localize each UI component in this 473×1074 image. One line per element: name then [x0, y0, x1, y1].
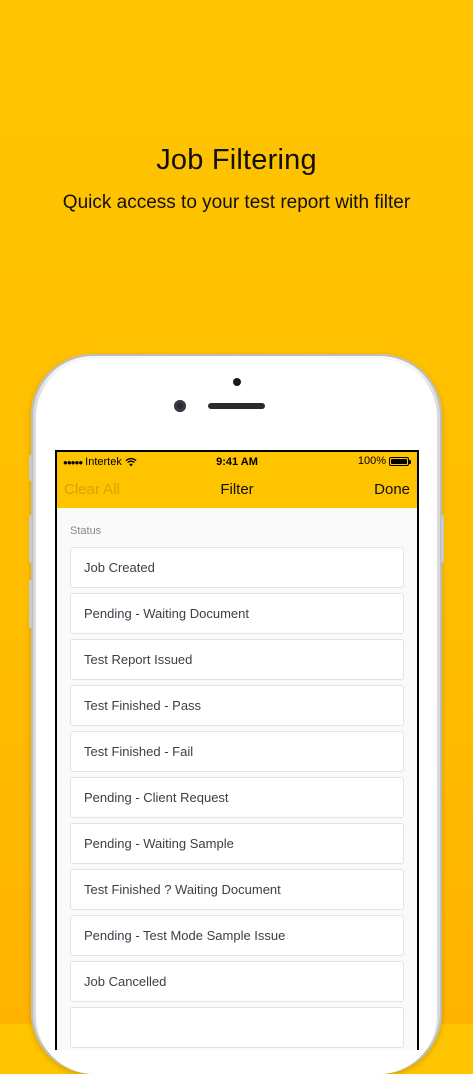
filter-option-label: Pending - Test Mode Sample Issue: [84, 928, 286, 943]
phone-volume-up-button: [29, 515, 32, 563]
promo-subtitle: Quick access to your test report with fi…: [62, 192, 411, 213]
battery-icon: [389, 456, 411, 466]
filter-option-label: Pending - Waiting Sample: [84, 836, 234, 851]
filter-option-label: Pending - Client Request: [84, 790, 229, 805]
filter-option-pending-waiting-sample[interactable]: Pending - Waiting Sample: [70, 823, 404, 864]
phone-power-button: [441, 515, 444, 563]
filter-option-job-cancelled[interactable]: Job Cancelled: [70, 961, 404, 1002]
nav-bar: Clear All Filter Done: [57, 472, 417, 508]
promo-title: Job Filtering: [156, 144, 317, 176]
filter-option-label: Test Finished - Fail: [84, 744, 194, 759]
phone-volume-down-button: [29, 580, 32, 628]
app-screen: ●●●●● Intertek 9:41 AM 100% Clear All Fi…: [57, 452, 417, 1050]
done-button[interactable]: Done: [374, 481, 410, 498]
proximity-sensor: [233, 378, 241, 386]
status-bar: ●●●●● Intertek 9:41 AM 100%: [57, 452, 417, 472]
nav-title: Filter: [220, 481, 254, 498]
filter-option-test-finished-fail[interactable]: Test Finished - Fail: [70, 731, 404, 772]
filter-option-label: Job Created: [84, 560, 155, 575]
filter-option-partial[interactable]: [70, 1007, 404, 1048]
filter-option-pending-waiting-document[interactable]: Pending - Waiting Document: [70, 593, 404, 634]
status-bar-right: 100%: [357, 455, 411, 467]
filter-option-job-created[interactable]: Job Created: [70, 547, 404, 588]
filter-option-pending-test-mode-sample-issue[interactable]: Pending - Test Mode Sample Issue: [70, 915, 404, 956]
filter-option-test-finished-pass[interactable]: Test Finished - Pass: [70, 685, 404, 726]
filter-option-label: Test Report Issued: [84, 652, 193, 667]
filter-option-label: Pending - Waiting Document: [84, 606, 249, 621]
filter-option-test-report-issued[interactable]: Test Report Issued: [70, 639, 404, 680]
filter-option-label: Test Finished - Pass: [84, 698, 202, 713]
status-filter-list: Job Created Pending - Waiting Document T…: [70, 547, 404, 1050]
filter-option-pending-client-request[interactable]: Pending - Client Request: [70, 777, 404, 818]
earpiece-speaker: [208, 403, 265, 409]
filter-option-test-finished-waiting-document[interactable]: Test Finished ? Waiting Document: [70, 869, 404, 910]
phone-screen: ●●●●● Intertek 9:41 AM 100% Clear All Fi…: [55, 450, 419, 1050]
filter-option-label: Job Cancelled: [84, 974, 167, 989]
battery-percent: 100%: [357, 455, 386, 467]
front-camera-icon: [174, 400, 186, 412]
filter-option-label: Test Finished ? Waiting Document: [84, 882, 281, 897]
status-section-label: Status: [70, 525, 102, 537]
phone-side-button: [29, 455, 32, 481]
